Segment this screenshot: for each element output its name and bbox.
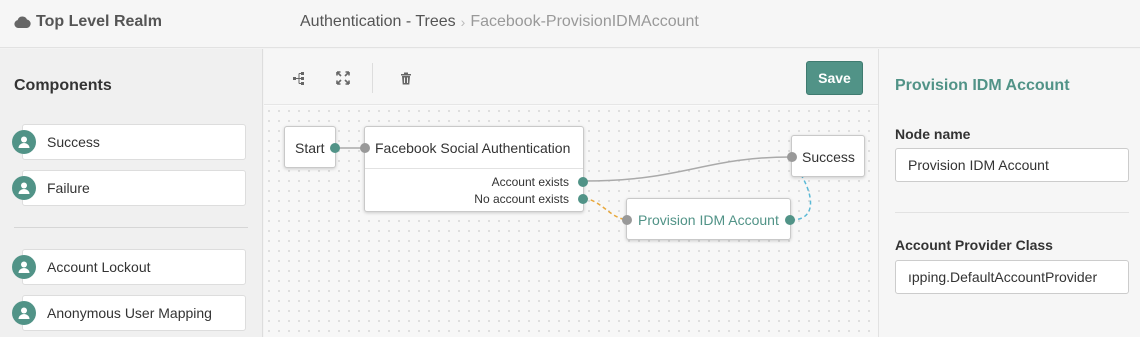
trash-icon[interactable] [396,68,416,88]
save-button[interactable]: Save [806,61,863,95]
facebook-social-auth-node[interactable]: Facebook Social Authentication Account e… [360,126,588,212]
node-divider [365,168,583,169]
user-icon [12,176,36,200]
facebook-node-title: Facebook Social Authentication [375,140,571,156]
start-output-port[interactable] [330,143,340,153]
properties-panel: Provision IDM Account Node name Account … [878,49,1140,337]
breadcrumb-current: Facebook-ProvisionIDMAccount [470,13,699,30]
breadcrumb-trees-link[interactable]: Authentication - Trees [300,13,456,31]
components-panel: Components Success Failure Account Locko… [0,49,263,337]
component-label: Anonymous User Mapping [47,305,212,321]
cloud-icon [14,16,31,28]
facebook-input-port[interactable] [360,143,370,153]
link-no-account-to-provision [583,197,629,221]
component-label: Account Lockout [47,259,151,275]
tree-canvas[interactable]: Start Facebook Social Authentication Acc… [264,106,878,337]
realm-name: Top Level Realm [36,13,162,30]
breadcrumb-separator: › [460,14,466,30]
provision-node-label: Provision IDM Account [638,212,779,228]
outcome-no-account-exists: No account exists [474,192,569,206]
node-name-input[interactable] [895,148,1129,182]
outcome-account-exists: Account exists [491,175,569,189]
component-label: Success [47,134,100,150]
component-label: Failure [47,180,90,196]
account-exists-port[interactable] [578,177,588,187]
canvas-toolbar: Save [264,49,878,105]
account-provider-class-label: Account Provider Class [895,237,1053,253]
provision-output-port[interactable] [785,215,795,225]
user-icon [12,301,36,325]
realm-selector[interactable]: Top Level Realm [14,13,162,31]
components-divider [14,227,248,228]
user-icon [12,130,36,154]
success-node[interactable]: Success [787,135,865,177]
fullscreen-icon[interactable] [333,68,353,88]
component-account-lockout[interactable]: Account Lockout [12,249,246,285]
properties-title: Provision IDM Account [895,77,1070,94]
tree-layout-icon[interactable] [289,68,309,88]
success-node-label: Success [802,149,855,165]
breadcrumb: Authentication - Trees › Facebook-Provis… [300,13,699,31]
success-input-port[interactable] [787,152,797,162]
start-node-label: Start [295,140,325,156]
provision-input-port[interactable] [622,215,632,225]
user-icon [12,255,36,279]
no-account-exists-port[interactable] [578,194,588,204]
component-success[interactable]: Success [12,124,246,160]
node-name-label: Node name [895,126,971,142]
top-header: Top Level Realm Authentication - Trees ›… [0,0,1140,48]
link-account-exists-to-success [583,156,792,182]
toolbar-separator [372,63,373,93]
account-provider-class-input[interactable] [895,260,1129,294]
component-anonymous-user-mapping[interactable]: Anonymous User Mapping [12,295,246,331]
tree-editor: Save Start Facebook Social Authenticatio… [264,49,878,337]
components-title: Components [14,77,112,94]
component-failure[interactable]: Failure [12,170,246,206]
properties-divider [895,212,1129,213]
provision-idm-node[interactable]: Provision IDM Account [622,198,795,240]
start-node[interactable]: Start [284,126,340,168]
